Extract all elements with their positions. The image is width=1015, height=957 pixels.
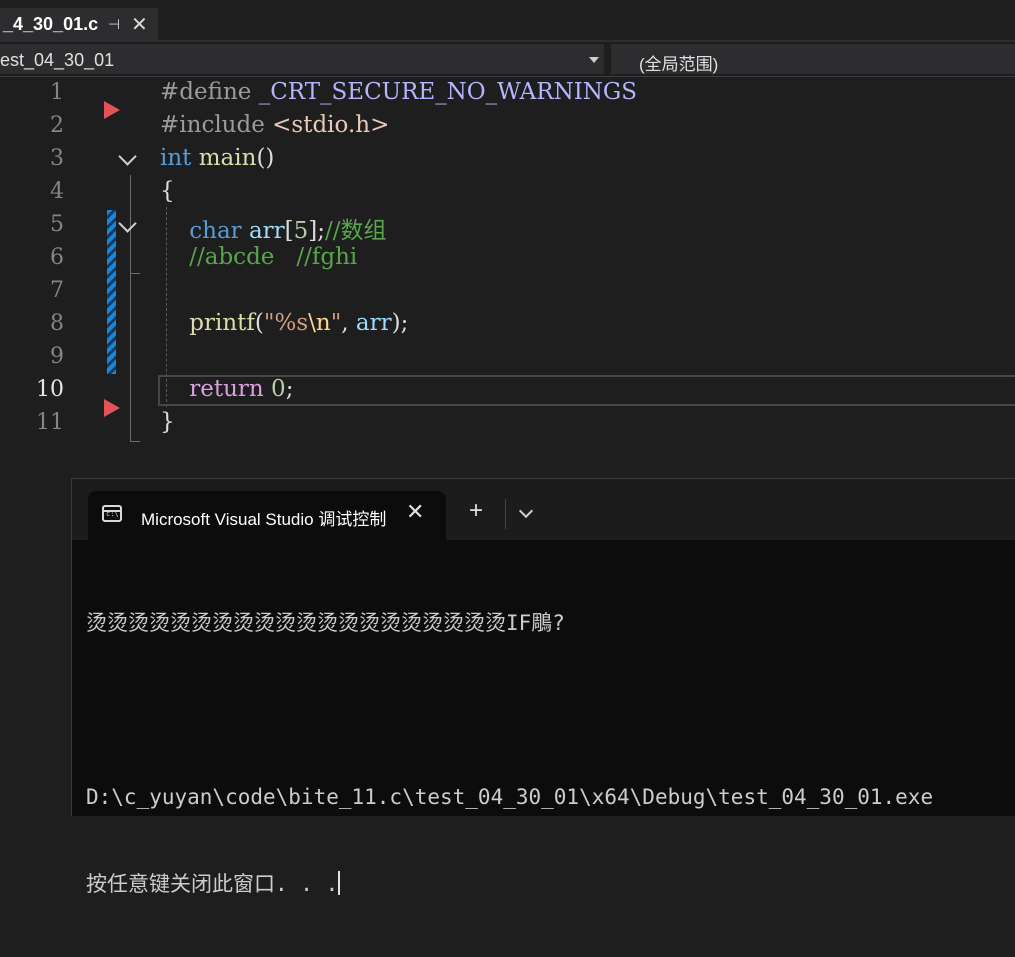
line-number: 10 [36,377,64,402]
console-output-line: D:\c_yuyan\code\bite_11.c\test_04_30_01\… [86,785,934,809]
fold-guide-tick [130,441,140,442]
line-number: 8 [50,311,64,336]
chevron-down-icon[interactable] [518,503,534,519]
keyword: char [189,218,242,244]
punctuation: ; [285,376,294,402]
code-line: 7 [0,275,1015,308]
terminal-icon [102,505,122,522]
line-number: 5 [50,212,64,237]
comment: //abcde //fghi [189,244,358,270]
string-literal: "%s [263,310,309,336]
code-text: char arr[5];//数组 [160,211,387,245]
line-number: 7 [50,278,64,303]
macro-name: _CRT_SECURE_NO_WARNINGS [258,79,638,105]
code-text: printf("%s\n", arr); [160,310,408,336]
number-literal: 0 [271,376,286,402]
line-number: 9 [50,344,64,369]
line-number: 11 [36,410,64,435]
code-line: 8 printf("%s\n", arr); [0,308,1015,341]
keyword: return [189,376,264,402]
code-text: { [160,178,175,204]
text-cursor [338,871,341,895]
comment: //数组 [325,218,387,244]
code-line: 6 //abcde //fghi [0,242,1015,275]
code-text: #include <stdio.h> [160,112,389,138]
code-line: 4 { [0,176,1015,209]
line-number: 1 [50,80,64,105]
punctuation: [ [284,218,294,244]
string-literal: " [330,310,342,336]
global-scope-label: (全局范围) [639,55,719,74]
preprocessor-directive: #include [160,112,265,138]
punctuation: ); [391,310,409,336]
navigation-bar: est_04_30_01 (全局范围) [0,42,1015,77]
code-text: int main() [160,145,274,171]
console-tab[interactable]: Microsoft Visual Studio 调试控制台 ✕ [88,491,446,540]
code-line: 1 #define _CRT_SECURE_NO_WARNINGS [0,77,1015,110]
code-text: return 0; [160,376,293,402]
code-line: 10 return 0; [0,374,1015,407]
pin-icon[interactable]: ⊣ [108,16,120,33]
code-text: } [160,409,175,435]
console-prompt-text: 按任意键关闭此窗口. . . [86,872,339,896]
code-line: 2 #include <stdio.h> [0,110,1015,143]
variable: arr [355,310,392,336]
document-tab-strip: _4_30_01.c ⊣ ✕ [0,0,1015,42]
number-literal: 5 [293,218,309,244]
line-number: 3 [50,146,64,171]
punctuation: ( [254,310,264,336]
variable: arr [248,218,285,244]
keyword: int [160,145,192,171]
chevron-down-icon[interactable] [589,57,599,63]
function-name: printf [189,310,255,336]
project-scope-dropdown[interactable]: est_04_30_01 [0,44,604,74]
console-titlebar: Microsoft Visual Studio 调试控制台 ✕ + [72,479,1015,540]
code-editor[interactable]: 1 #define _CRT_SECURE_NO_WARNINGS 2 #inc… [0,77,1015,477]
line-number: 6 [50,245,64,270]
punctuation: , [341,310,356,336]
line-number: 4 [50,179,64,204]
code-text: #define _CRT_SECURE_NO_WARNINGS [160,79,637,105]
punctuation: () [256,145,275,171]
code-line: 11 } [0,407,1015,440]
escape-sequence: \n [308,310,331,336]
code-text: //abcde //fghi [160,244,357,270]
console-output-line: 烫烫烫烫烫烫烫烫烫烫烫烫烫烫烫烫烫烫烫烫IF鵰? [86,611,565,635]
project-scope-label: est_04_30_01 [0,50,115,70]
divider [505,499,506,529]
console-output-line: 按任意键关闭此窗口. . . [86,870,1015,899]
document-tab-title: _4_30_01.c [3,14,99,34]
punctuation: ]; [308,218,326,244]
global-scope-dropdown[interactable]: (全局范围) [611,44,1015,74]
code-line: 5 char arr[5];//数组 [0,209,1015,245]
code-line: 3 int main() [0,143,1015,176]
line-number: 2 [50,113,64,138]
preprocessor-directive: #define [160,79,252,105]
function-name: main [198,145,257,171]
close-icon[interactable]: ✕ [406,499,424,525]
include-path: <stdio.h> [272,112,390,138]
console-output[interactable]: 烫烫烫烫烫烫烫烫烫烫烫烫烫烫烫烫烫烫烫烫IF鵰? D:\c_yuyan\code… [86,551,1015,957]
new-tab-icon[interactable]: + [469,499,483,523]
debug-console-window: Microsoft Visual Studio 调试控制台 ✕ + 烫烫烫烫烫烫… [71,478,1015,896]
code-line: 9 [0,341,1015,374]
console-tab-title: Microsoft Visual Studio 调试控制台 [141,510,386,529]
document-tab[interactable]: _4_30_01.c ⊣ ✕ [0,8,158,42]
close-icon[interactable]: ✕ [131,12,148,37]
